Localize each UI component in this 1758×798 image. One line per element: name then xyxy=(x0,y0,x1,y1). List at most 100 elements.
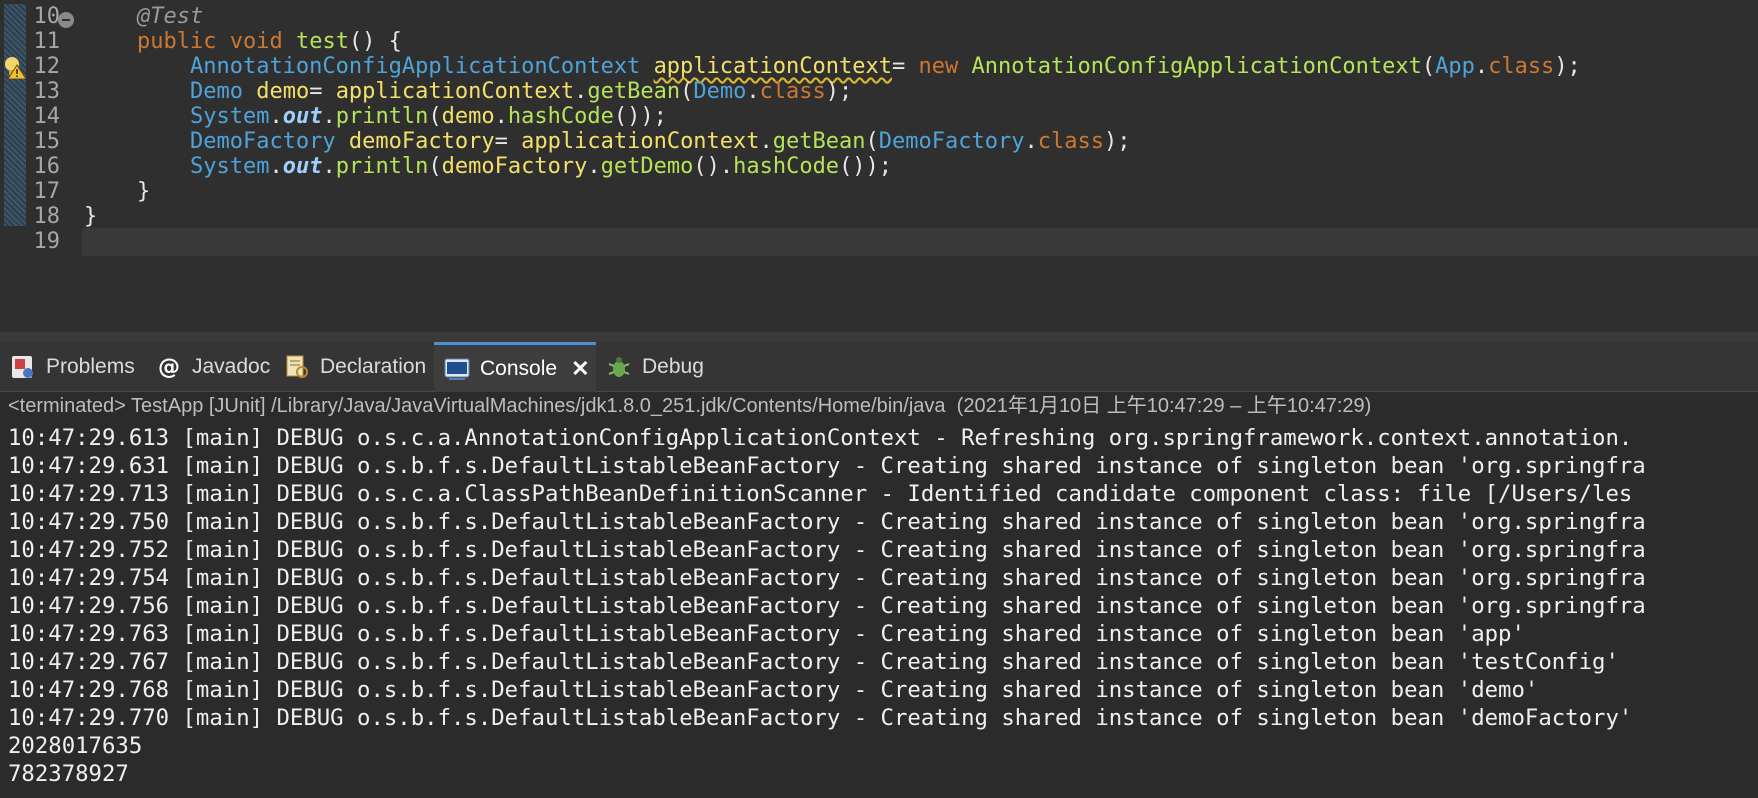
current-line-highlight xyxy=(82,228,1758,256)
code-token: public xyxy=(136,29,217,54)
code-token: getBean xyxy=(587,79,681,104)
code-token: ); xyxy=(1554,54,1581,79)
code-token: = xyxy=(891,54,919,79)
code-token: ); xyxy=(1103,129,1131,154)
line-number: 13 xyxy=(33,79,61,104)
code-token: demo xyxy=(256,79,310,104)
code-token: demoFactory xyxy=(441,154,588,179)
code-token: hashCode xyxy=(733,154,840,179)
code-token: . xyxy=(759,129,773,154)
code-token: } xyxy=(84,179,151,204)
code-token: applicationContext xyxy=(335,79,575,104)
debug-icon xyxy=(606,354,632,380)
code-line[interactable]: 14 System.out.println(demo.hashCode()); xyxy=(0,103,1758,131)
code-token: hashCode xyxy=(507,104,614,129)
line-number: 15 xyxy=(33,129,61,154)
code-line[interactable]: 17 } xyxy=(0,178,1758,206)
code-token: ( xyxy=(428,154,442,179)
panel-separator[interactable] xyxy=(0,332,1758,342)
code-token: Demo xyxy=(189,79,243,104)
code-text: @Test xyxy=(84,3,203,31)
console-line: 10:47:29.770 [main] DEBUG o.s.b.f.s.Defa… xyxy=(8,705,1633,731)
code-line[interactable]: 19 xyxy=(0,228,1758,256)
tab-debug[interactable]: Debug xyxy=(606,342,716,392)
console-line: 10:47:29.767 [main] DEBUG o.s.b.f.s.Defa… xyxy=(8,649,1619,675)
fold-toggle-icon[interactable] xyxy=(58,12,74,28)
code-token: class xyxy=(759,79,826,104)
console-line: 10:47:29.752 [main] DEBUG o.s.b.f.s.Defa… xyxy=(8,537,1646,563)
code-token: applicationContext xyxy=(653,54,892,79)
code-text: AnnotationConfigApplicationContext appli… xyxy=(84,53,1581,81)
tab-label: Declaration xyxy=(320,355,427,378)
console-output[interactable]: 10:47:29.613 [main] DEBUG o.s.c.a.Annota… xyxy=(0,424,1758,798)
code-line[interactable]: 18} xyxy=(0,203,1758,231)
code-line[interactable]: 16 System.out.println(demoFactory.getDem… xyxy=(0,153,1758,181)
code-token: . xyxy=(494,104,508,129)
tab-javadoc[interactable]: @ Javadoc xyxy=(156,342,276,392)
code-token: ( xyxy=(428,104,442,129)
line-number: 12 xyxy=(33,54,61,79)
code-token: ( xyxy=(865,129,879,154)
code-token: . xyxy=(322,154,336,179)
tab-label: Console xyxy=(480,356,558,380)
close-icon[interactable]: ✕ xyxy=(571,356,589,382)
code-token: class xyxy=(1037,129,1104,154)
console-line: 10:47:29.750 [main] DEBUG o.s.b.f.s.Defa… xyxy=(8,509,1646,535)
console-process-label: <terminated> TestApp [JUnit] /Library/Ja… xyxy=(8,395,1372,417)
code-token: out xyxy=(282,154,323,179)
line-number: 16 xyxy=(33,154,61,179)
code-token: DemoFactory xyxy=(189,129,336,154)
code-token: . xyxy=(574,79,588,104)
code-token: out xyxy=(282,104,323,129)
code-token: ( xyxy=(680,79,694,104)
view-tab-bar: Problems @ Javadoc Declaration Console ✕… xyxy=(0,342,1758,392)
tab-console[interactable]: Console ✕ xyxy=(434,342,596,392)
code-token: System xyxy=(189,154,270,179)
tab-problems[interactable]: Problems xyxy=(8,342,148,392)
code-token: . xyxy=(587,154,601,179)
declaration-icon xyxy=(284,354,310,380)
warning-lightbulb-icon[interactable] xyxy=(3,55,27,79)
code-token: . xyxy=(269,154,283,179)
code-token: class xyxy=(1488,54,1555,79)
code-token: . xyxy=(1474,54,1489,79)
code-token: AnnotationConfigApplicationContext xyxy=(971,54,1422,79)
code-line[interactable]: 11 public void test() { xyxy=(0,28,1758,56)
code-token: AnnotationConfigApplicationContext xyxy=(189,54,641,79)
code-line[interactable]: 12 AnnotationConfigApplicationContext ap… xyxy=(0,53,1758,81)
code-token: Demo xyxy=(693,79,747,104)
code-editor[interactable]: 10 @Test 11 public void test() {12 Annota… xyxy=(0,0,1758,332)
code-line[interactable]: 13 Demo demo= applicationContext.getBean… xyxy=(0,78,1758,106)
code-text: System.out.println(demoFactory.getDemo()… xyxy=(84,153,892,181)
code-token: App xyxy=(1435,54,1475,79)
console-line: 10:47:29.754 [main] DEBUG o.s.b.f.s.Defa… xyxy=(8,565,1646,591)
code-token: . xyxy=(269,104,283,129)
code-token: getDemo xyxy=(600,154,694,179)
code-token: . xyxy=(1024,129,1038,154)
tab-declaration[interactable]: Declaration xyxy=(284,342,432,392)
tab-label: Javadoc xyxy=(192,355,271,378)
code-token: println xyxy=(335,104,429,129)
code-token: . xyxy=(746,79,760,104)
problems-icon xyxy=(10,354,36,380)
code-token: test xyxy=(295,29,349,54)
code-line[interactable]: 10 @Test xyxy=(0,3,1758,31)
code-text: DemoFactory demoFactory= applicationCont… xyxy=(84,128,1130,156)
console-line: 10:47:29.768 [main] DEBUG o.s.b.f.s.Defa… xyxy=(8,677,1539,703)
tab-label: Problems xyxy=(46,355,135,378)
code-token: @Test xyxy=(136,4,204,29)
code-line[interactable]: 15 DemoFactory demoFactory= applicationC… xyxy=(0,128,1758,156)
line-number: 11 xyxy=(33,29,61,54)
code-token: (). xyxy=(693,154,734,179)
code-token: ); xyxy=(825,79,853,104)
code-token: new xyxy=(918,54,959,79)
